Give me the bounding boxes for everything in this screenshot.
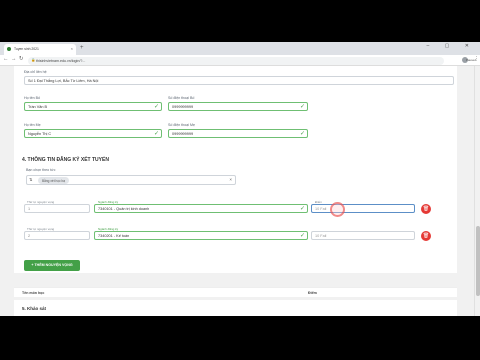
score-input-2[interactable]: 10 Fail	[311, 231, 415, 240]
mother-name-label: Họ tên Mẹ	[24, 123, 41, 127]
order-label-2: Thứ tự nguyện vọng	[26, 227, 56, 231]
lock-icon: 🔒	[31, 58, 36, 62]
delete-row-button-1[interactable]: 🗑	[421, 204, 431, 214]
clear-selection-icon[interactable]: ×	[229, 177, 232, 182]
valid-check-icon: ✓	[299, 104, 305, 110]
valid-check-icon: ✓	[153, 131, 159, 137]
father-phone-label: Số điện thoại Bố	[168, 96, 195, 100]
valid-check-icon: ✓	[299, 206, 305, 212]
address-bar[interactable]: 🔒 thisinhvietnam.edu.vn/login/?...	[28, 56, 444, 65]
major-select-2[interactable]: 7340201 - Kế toán ✓	[94, 231, 308, 240]
mother-phone-label: Số điện thoại Mẹ	[168, 123, 195, 127]
close-tab-icon[interactable]: ×	[71, 46, 73, 51]
back-icon[interactable]: ←	[3, 56, 9, 62]
section-4-title: 4. THÔNG TIN ĐĂNG KÝ XÉT TUYỂN	[22, 157, 109, 163]
tab-title: Tuyen sinh 2021	[14, 47, 39, 51]
scrollbar-thumb[interactable]	[476, 226, 480, 296]
score-label-1: Điểm	[314, 200, 324, 204]
valid-check-icon: ✓	[299, 233, 305, 239]
major-label-2: Ngành đăng ký	[97, 227, 120, 231]
browser-toolbar: ← → ↻ 🔒 thisinhvietnam.edu.vn/login/?...…	[0, 55, 480, 66]
favicon-icon	[7, 47, 11, 51]
forward-icon[interactable]: →	[11, 56, 17, 62]
reload-icon[interactable]: ↻	[19, 56, 24, 62]
major-label-1: Ngành đăng ký	[97, 200, 120, 204]
section-5-title: 5. Khảo sát	[22, 306, 47, 311]
screen: Tuyen sinh 2021 × + – ▢ ✕ ← → ↻ 🔒 thisin…	[0, 42, 480, 316]
mother-phone-input[interactable]: 0999999999 ✓	[168, 129, 308, 138]
address-input[interactable]: Số 1 Đại Thắng Lợi, Bắc Từ Liêm, Hà Nội	[24, 76, 454, 85]
order-input-2[interactable]: 2	[24, 231, 90, 240]
click-indicator	[330, 202, 345, 217]
father-name-input[interactable]: Trần Văn B ✓	[24, 102, 162, 111]
order-input-1[interactable]: 1	[24, 204, 90, 213]
browser-tab[interactable]: Tuyen sinh 2021 ×	[4, 44, 76, 55]
mother-name-input[interactable]: Nguyễn Thị C ✓	[24, 129, 162, 138]
add-preference-button[interactable]: + THÊM NGUYỆN VỌNG	[24, 260, 80, 271]
selected-method-chip[interactable]: Bằng xét học bạ	[38, 177, 70, 184]
valid-check-icon: ✓	[299, 131, 305, 137]
subject-column-header: Tên môn học	[22, 291, 45, 295]
new-tab-button[interactable]: +	[80, 45, 84, 51]
address-label: Địa chỉ liên hệ	[24, 70, 47, 74]
father-name-label: Họ tên Bố	[24, 96, 40, 100]
browser-menu-icon[interactable]: ⋮	[474, 56, 479, 62]
survey-card: 5. Khảo sát	[14, 300, 457, 316]
window-controls[interactable]: – ▢ ✕	[427, 43, 476, 49]
order-label-1: Thứ tự nguyện vọng	[26, 200, 56, 204]
method-label: Bạn chọn theo tức	[26, 168, 56, 172]
browser-tabstrip: Tuyen sinh 2021 × + – ▢ ✕	[0, 42, 480, 55]
major-select-1[interactable]: 7340101 - Quản trị kinh doanh ✓	[94, 204, 308, 213]
page-scrollbar[interactable]	[474, 66, 480, 316]
valid-check-icon: ✓	[153, 104, 159, 110]
score-table-header: Tên môn học Điểm	[14, 287, 457, 297]
delete-row-button-2[interactable]: 🗑	[421, 231, 431, 241]
father-phone-input[interactable]: 0999999999 ✓	[168, 102, 308, 111]
url-text: thisinhvietnam.edu.vn/login/?...	[36, 58, 86, 63]
score-input-1[interactable]: 10 Fail	[311, 204, 415, 213]
method-icon: ⇅	[29, 177, 33, 182]
score-column-header: Điểm	[308, 291, 317, 295]
